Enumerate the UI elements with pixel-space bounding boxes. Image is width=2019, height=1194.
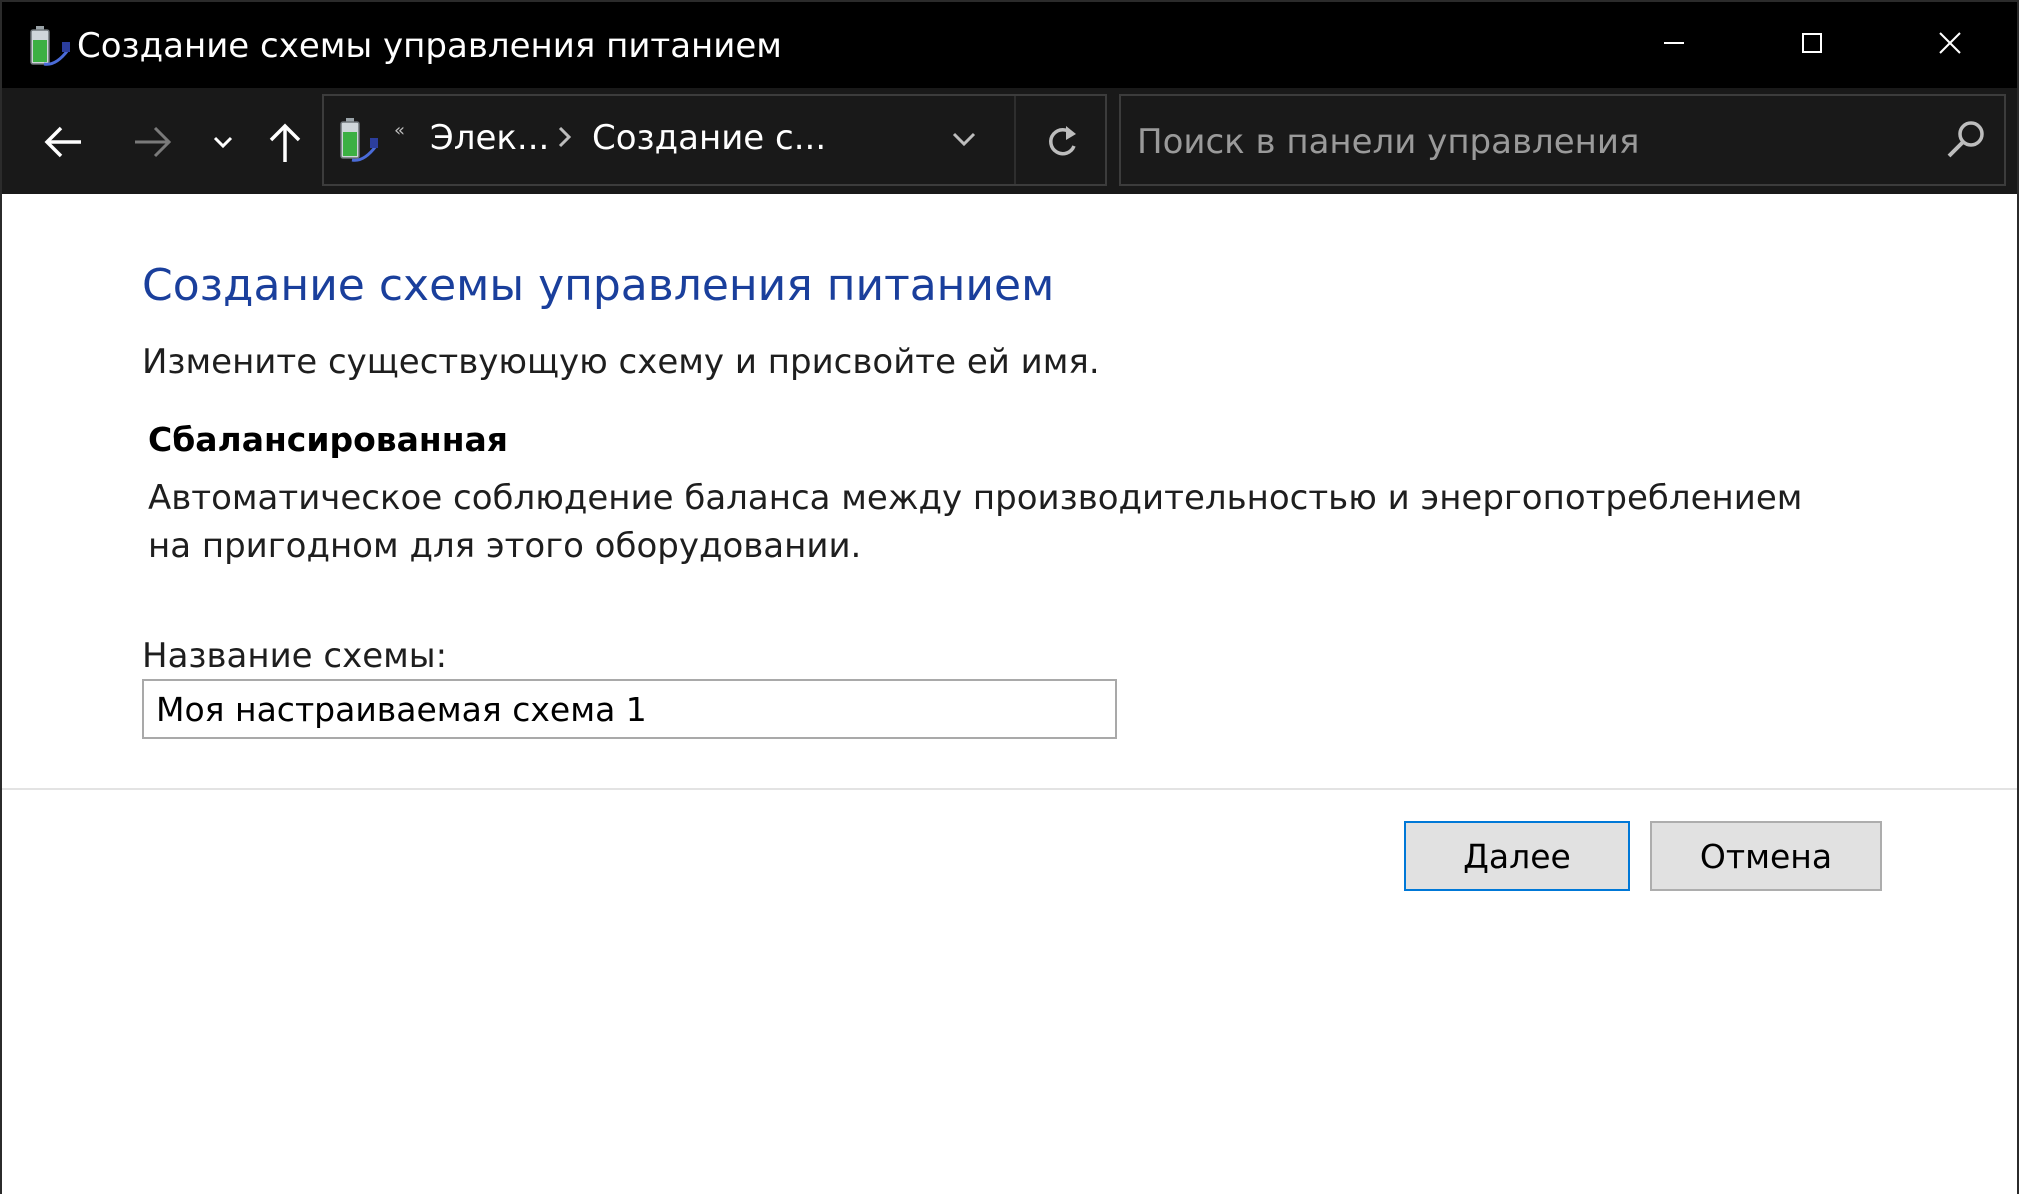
address-divider xyxy=(1014,96,1016,184)
breadcrumb-item-create-plan[interactable]: Создание с... xyxy=(592,116,826,160)
search-input[interactable] xyxy=(1135,116,1919,168)
breadcrumb-item-power-options[interactable]: Элек... xyxy=(430,116,549,160)
base-plan-description: Автоматическое соблюдение баланса между … xyxy=(148,478,1803,566)
search-box[interactable] xyxy=(1119,94,2006,186)
power-options-battery-icon xyxy=(24,20,74,70)
arrow-left-icon xyxy=(41,120,85,168)
power-options-battery-icon xyxy=(334,114,382,166)
refresh-button[interactable] xyxy=(1034,114,1090,170)
arrow-right-icon xyxy=(131,120,175,168)
maximize-icon xyxy=(1800,31,1824,59)
navigation-bar: « Элек... Создание с... xyxy=(2,88,2017,194)
up-button[interactable] xyxy=(254,113,316,175)
forward-button[interactable] xyxy=(122,113,184,175)
plan-name-input[interactable] xyxy=(142,679,1117,739)
dialog-window: Создание схемы управления питанием « Эле… xyxy=(0,0,2019,1194)
close-button[interactable] xyxy=(1881,2,2019,88)
recent-locations-button[interactable] xyxy=(200,113,246,175)
content-area: Создание схемы управления питанием Измен… xyxy=(2,194,2017,1194)
title-bar[interactable]: Создание схемы управления питанием xyxy=(2,2,2017,88)
minimize-button[interactable] xyxy=(1605,2,1743,88)
arrow-up-icon xyxy=(263,120,307,168)
minimize-icon xyxy=(1662,31,1686,59)
maximize-button[interactable] xyxy=(1743,2,1881,88)
close-icon xyxy=(1937,30,1963,60)
back-button[interactable] xyxy=(32,113,94,175)
cancel-button[interactable]: Отмена xyxy=(1650,821,1882,891)
next-button[interactable]: Далее xyxy=(1404,821,1630,891)
instruction-text: Измените существующую схему и присвойте … xyxy=(142,342,1100,382)
address-bar[interactable]: « Элек... Создание с... xyxy=(322,94,1107,186)
refresh-icon xyxy=(1049,126,1076,156)
base-plan-name: Сбалансированная xyxy=(148,420,508,459)
window-title: Создание схемы управления питанием xyxy=(77,26,782,66)
chevron-right-icon[interactable] xyxy=(554,122,576,152)
plan-name-label: Название схемы: xyxy=(142,636,448,676)
chevron-down-icon xyxy=(952,132,976,147)
breadcrumb-overflow[interactable]: « xyxy=(394,120,405,141)
page-title: Создание схемы управления питанием xyxy=(142,260,1055,311)
search-icon[interactable] xyxy=(1941,116,1991,166)
chevron-down-icon xyxy=(211,130,235,158)
address-dropdown-button[interactable] xyxy=(944,120,984,160)
footer-divider xyxy=(2,788,2017,790)
